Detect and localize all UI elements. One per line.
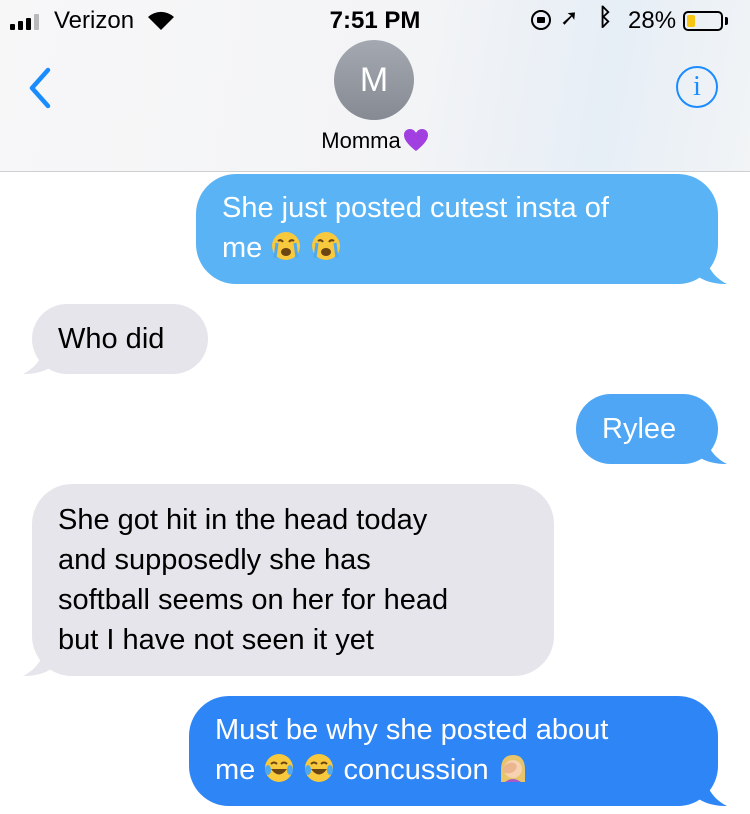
contact-name: Momma — [321, 128, 401, 153]
battery-percent: 28% — [628, 7, 677, 34]
message-text: Rylee — [602, 413, 677, 445]
bubble-tail — [697, 776, 727, 806]
message-line: me concussion — [215, 750, 698, 790]
bubble-tail — [23, 344, 53, 374]
message-line: She just posted cutest insta of — [222, 192, 609, 224]
avatar-initial: M — [359, 60, 389, 99]
bubble-tail — [23, 646, 53, 676]
message-text: concussion — [343, 754, 489, 786]
chevron-left-icon[interactable] — [22, 64, 62, 112]
avatar[interactable]: M — [334, 40, 414, 120]
message-line: and supposedly she has — [58, 544, 371, 576]
battery-level — [687, 15, 696, 27]
info-button[interactable]: i — [676, 66, 718, 108]
purple-heart-icon — [403, 129, 428, 151]
bubble-tail — [697, 254, 727, 284]
rotation-lock-icon — [531, 10, 551, 30]
tears-of-joy-icon — [305, 754, 334, 782]
message-bubble-received[interactable]: She got hit in the head today and suppos… — [23, 484, 554, 676]
bluetooth-icon: ᛒ — [598, 4, 613, 31]
status-bar: Verizon 7:51 PM ➚ ᛒ 28% — [0, 0, 750, 40]
facepalm-icon — [500, 755, 525, 782]
message-line: softball seems on her for head — [58, 584, 449, 616]
message-line: me — [222, 228, 694, 268]
bubble-tail — [697, 434, 727, 464]
contact-name-row[interactable]: Momma — [0, 128, 750, 154]
location-icon: ➚ — [560, 5, 579, 30]
message-text: me — [222, 232, 263, 264]
crying-face-icon — [312, 232, 341, 260]
battery-nub — [725, 17, 728, 25]
message-line: but I have not seen it yet — [58, 624, 374, 656]
message-bubble-sent[interactable]: She just posted cutest insta of me — [196, 174, 727, 284]
message-text: Who did — [58, 323, 165, 355]
message-line: Must be why she posted about — [215, 714, 609, 746]
message-bubble-sent[interactable]: Must be why she posted about me concussi… — [189, 696, 727, 806]
message-line: She got hit in the head today — [58, 504, 428, 536]
message-bubble-sent[interactable]: Rylee — [576, 394, 727, 464]
battery-icon — [683, 11, 723, 31]
crying-face-icon — [272, 232, 301, 260]
message-text: me — [215, 754, 256, 786]
tears-of-joy-icon — [265, 754, 294, 782]
conversation-header: Verizon 7:51 PM ➚ ᛒ 28% M Momma i — [0, 0, 750, 172]
info-icon: i — [693, 71, 701, 102]
message-bubble-received[interactable]: Who did — [23, 304, 208, 374]
